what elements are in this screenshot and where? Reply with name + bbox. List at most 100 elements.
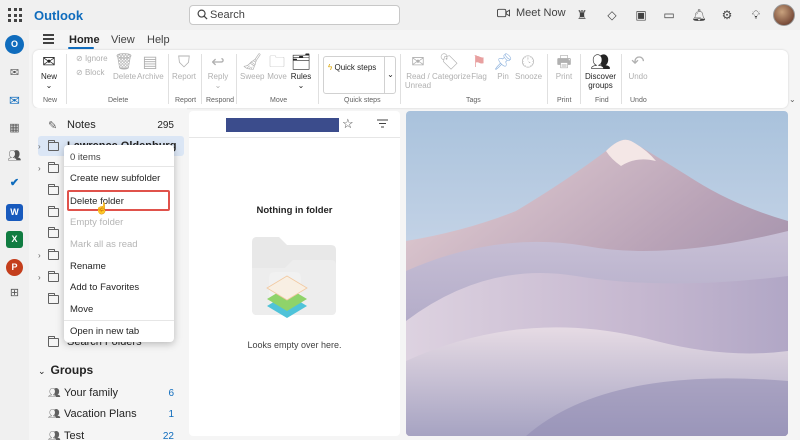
flag-button[interactable]: ⚑ Flag: [468, 54, 490, 81]
quick-steps-dropdown[interactable]: ϟ Quick steps ⌄: [323, 56, 396, 94]
chevron-right-icon[interactable]: ›: [38, 142, 48, 151]
tab-view[interactable]: View: [111, 34, 135, 46]
undo-button[interactable]: ↶ Undo: [627, 54, 649, 81]
delete-button[interactable]: 🗑︎ Delete: [113, 54, 137, 81]
rules-icon: 🗂︎: [290, 54, 312, 71]
move-button[interactable]: 🗀︎ Move: [266, 54, 288, 81]
report-label: Report: [172, 72, 197, 81]
trash-icon: 🗑︎: [113, 54, 135, 71]
envelope-open-icon: ✉: [411, 54, 425, 71]
shield-warning-icon: ⛉: [177, 54, 190, 71]
sweep-label: Sweep: [240, 72, 265, 81]
chevron-right-icon[interactable]: ›: [38, 164, 48, 173]
group-item[interactable]: 👥︎ Test 22: [38, 426, 184, 440]
menu-item-move[interactable]: Move: [70, 304, 93, 315]
flag-icon: ⚑: [471, 54, 487, 71]
group-label-tags: Tags: [466, 97, 481, 104]
archive-icon: ▤: [142, 54, 158, 71]
quick-steps-chevron-icon[interactable]: ⌄: [384, 57, 396, 93]
groups-title: Groups: [50, 363, 94, 377]
quick-steps-label: Quick steps: [334, 63, 377, 72]
whats-new-icon[interactable]: ▭: [661, 7, 677, 23]
delete-label: Delete: [113, 72, 137, 81]
block-icon: ⊘: [76, 68, 83, 77]
clock-icon: 🕓︎: [521, 54, 535, 71]
chevron-right-icon[interactable]: ›: [38, 273, 48, 282]
ribbon-expand-icon[interactable]: ⌄: [789, 95, 796, 104]
new-mail-button[interactable]: ✉ New ⌄: [38, 54, 60, 90]
gear-icon[interactable]: ⚙: [719, 7, 735, 23]
block-button[interactable]: ⊘ Block: [76, 68, 105, 77]
excel-icon[interactable]: X: [6, 231, 23, 248]
group-count: 1: [168, 408, 174, 420]
people-icon[interactable]: 👥︎: [6, 148, 23, 165]
rules-chevron-icon: ⌄: [297, 81, 305, 90]
reply-button[interactable]: ↩ Reply ⌄: [206, 54, 230, 90]
outlook-logo-icon[interactable]: O: [5, 35, 24, 54]
premium-diamond-icon[interactable]: ◇: [604, 7, 620, 23]
print-label: Print: [555, 72, 573, 81]
calendar-icon[interactable]: ▦: [6, 120, 23, 137]
menu-item-open-new-tab[interactable]: Open in new tab: [70, 326, 139, 337]
todo-icon[interactable]: ✔: [6, 175, 23, 192]
group-icon: 👥︎: [48, 387, 61, 399]
menu-item-add-favorites[interactable]: Add to Favorites: [70, 282, 139, 293]
divider: [168, 54, 169, 104]
divider: [189, 137, 400, 138]
more-apps-icon[interactable]: ⊞: [6, 285, 23, 302]
group-count: 22: [162, 430, 174, 440]
pin-button[interactable]: 📌︎ Pin: [493, 54, 513, 81]
group-label: Vacation Plans: [64, 408, 137, 420]
search-box[interactable]: Search: [189, 5, 400, 25]
avatar[interactable]: [773, 4, 795, 26]
folder-icon: [48, 161, 59, 173]
mail-icon[interactable]: ✉: [6, 92, 23, 109]
menu-item-create-subfolder[interactable]: Create new subfolder: [70, 173, 160, 184]
folder-context-menu: 0 items Create new subfolder Delete fold…: [64, 145, 174, 342]
rules-button[interactable]: 🗂︎ Rules ⌄: [290, 54, 312, 90]
folder-icon: [48, 292, 59, 304]
menu-icon[interactable]: [43, 34, 54, 46]
active-tab-indicator: [68, 47, 94, 49]
outlook-app-icon[interactable]: ▣: [633, 7, 649, 23]
groups-header[interactable]: ⌄ Groups: [38, 363, 93, 377]
tab-help[interactable]: Help: [147, 34, 170, 46]
folder-icon: [48, 226, 59, 238]
app-launcher-icon[interactable]: [8, 8, 22, 22]
folder-move-icon: 🗀︎: [268, 54, 285, 71]
tab-home[interactable]: Home: [69, 34, 100, 46]
folder-notes[interactable]: ✎ Notes 295: [38, 115, 184, 135]
filter-icon[interactable]: [377, 117, 388, 131]
divider: [64, 320, 174, 321]
meet-now-button[interactable]: Meet Now: [497, 7, 566, 19]
powerpoint-icon[interactable]: P: [6, 259, 23, 276]
discover-groups-button[interactable]: 👥︎ Discover groups: [584, 54, 617, 90]
teams-icon[interactable]: ♜: [574, 7, 590, 23]
app-brand[interactable]: Outlook: [34, 8, 83, 23]
read-unread-button[interactable]: ✉ Read / Unread: [403, 54, 433, 90]
group-label-new: New: [43, 97, 58, 104]
group-icon: 👥︎: [590, 54, 611, 71]
mail-send-icon[interactable]: ✉: [6, 65, 23, 82]
ignore-button[interactable]: ⊘ Ignore: [76, 54, 108, 63]
undo-label: Undo: [628, 72, 648, 81]
chevron-right-icon[interactable]: ›: [38, 251, 48, 260]
divider: [66, 54, 67, 104]
bell-icon[interactable]: 🔔︎: [691, 7, 707, 23]
group-label: Your family: [64, 387, 119, 399]
archive-button[interactable]: ▤ Archive: [137, 54, 164, 81]
pin-label: Pin: [497, 72, 509, 81]
report-button[interactable]: ⛉ Report: [172, 54, 196, 81]
group-item[interactable]: 👥︎ Vacation Plans 1: [38, 404, 184, 424]
star-icon[interactable]: ☆: [342, 116, 354, 132]
print-button[interactable]: 🖶︎ Print: [553, 54, 575, 81]
snooze-button[interactable]: 🕓︎ Snooze: [515, 54, 542, 81]
group-item[interactable]: 👥︎ Your family 6: [38, 383, 184, 403]
lightbulb-icon[interactable]: 💡︎: [748, 7, 764, 23]
word-icon[interactable]: W: [6, 204, 23, 221]
menu-item-rename[interactable]: Rename: [70, 261, 106, 272]
sweep-button[interactable]: 🧹︎ Sweep: [240, 54, 264, 81]
folder-label: Notes: [67, 119, 96, 131]
folder-title-redacted: [226, 118, 339, 132]
categorize-button[interactable]: 🏷︎ Categorize: [432, 54, 471, 81]
